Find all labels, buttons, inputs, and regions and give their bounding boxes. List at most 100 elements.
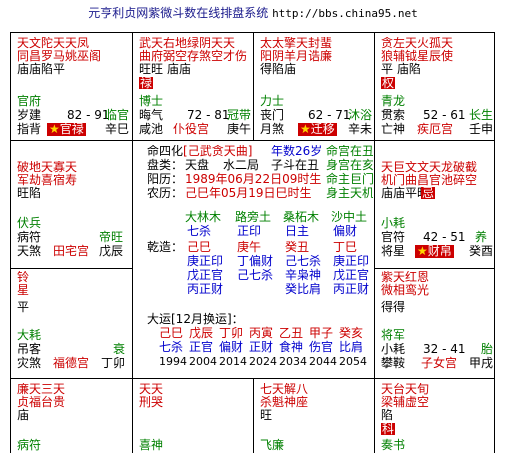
palace-stage: 临官 xyxy=(105,108,130,122)
ten-god: 正印 xyxy=(237,224,262,238)
dayun-pillar: 甲子 xyxy=(309,326,334,340)
hidden-stem: 丙正财 xyxy=(333,282,370,296)
hidden-stem: 己七杀 xyxy=(285,254,322,268)
dayun-god: 正财 xyxy=(249,340,274,354)
palace-brightness-row: 庙 xyxy=(17,408,30,422)
palace-caibo[interactable]: 天巨文文天龙破截 机门曲昌官池碎空 庙庙平旺 忌 小耗 官符 42 - 51 养… xyxy=(381,161,494,267)
palace-stem: 丁卯 xyxy=(101,356,126,370)
palace-bottom-4[interactable]: 天台天旬 梁辅虚空 陷 科 奏书 xyxy=(381,383,494,453)
palace-god: 官符 xyxy=(381,230,406,244)
sihua-tag: 权 xyxy=(381,76,396,90)
shen-gong: 身宫在亥 xyxy=(326,158,373,172)
ming-gong: 命宫在丑 xyxy=(326,145,373,158)
palace-brightness-row: 平 庙陷 xyxy=(381,62,421,76)
palace-god: 咸池 xyxy=(139,122,164,136)
dayun-year: 2014 xyxy=(219,355,247,368)
grid-line xyxy=(374,33,375,453)
grid-line xyxy=(11,140,495,141)
ten-god: 偏财 xyxy=(333,224,358,238)
palace-god: 飞廉 xyxy=(260,438,285,452)
palace-name: 田宅宫 xyxy=(53,244,90,258)
palace-brightness-row: 得得 xyxy=(381,300,406,314)
palace-brightness-row: 旺 xyxy=(260,408,273,422)
palace-puyi[interactable]: 武天右地绿阴天天 曲府弼空存煞空才伤 旺旺 庙庙 禄 博士 晦气 72 - 81… xyxy=(139,37,253,139)
site-url[interactable]: http://bbs.china95.net xyxy=(272,7,418,20)
nayin: 大林木 xyxy=(185,210,222,224)
hidden-stem: 戊正官 xyxy=(187,268,224,282)
palace-stage: 帝旺 xyxy=(99,230,124,244)
solar-label: 阳历： xyxy=(147,172,184,186)
dayun-year: 1994 xyxy=(159,355,187,368)
dayun-pillar: 癸亥 xyxy=(339,326,364,340)
hidden-stem: 己七杀 xyxy=(237,268,274,282)
palace-name-badge: ★官禄 xyxy=(47,122,86,136)
dayun-year: 2054 xyxy=(339,355,367,368)
dayun-pillar: 丁卯 xyxy=(219,326,244,340)
hidden-stem: 癸比肩 xyxy=(285,282,322,296)
hidden-stem: 庚正印 xyxy=(333,254,370,268)
lunar-date: 己巳年05月19日巳时生 xyxy=(185,186,312,200)
palace-name: 疾厄宫 xyxy=(417,122,454,136)
palace-god: 吊客 xyxy=(17,342,42,356)
palace-jie[interactable]: 贪左天火孤天 狼辅钺星辰使 平 庙陷 权 青龙 贯索 52 - 61 长生 亡神… xyxy=(381,37,494,139)
palace-age-range: 82 - 91 xyxy=(67,108,110,122)
palace-age-range: 52 - 61 xyxy=(423,108,466,122)
palace-god: 贯索 xyxy=(381,108,406,122)
palace-fude[interactable]: 铃 星 平 大耗 吊客 衰 灾煞 福德宫 丁卯 xyxy=(17,271,131,377)
bazi-pillar: 丁巳 xyxy=(333,240,358,254)
grid-line xyxy=(374,268,495,269)
palace-brightness-row: 庙庙陷平 xyxy=(17,62,66,76)
palace-brightness-row: 旺旺 庙庙 xyxy=(139,62,191,76)
center-info-panel: 命四化[己武贪天曲] 年数26岁 命宫在丑 盘类： 天盘 水二局 子斗在丑 身宫… xyxy=(137,145,373,377)
palace-age-range: 32 - 41 xyxy=(423,342,466,356)
palace-bottom-1[interactable]: 廉天三天 贞福台贵 庙 病符 xyxy=(17,383,131,453)
palace-stage: 长生 xyxy=(469,108,494,122)
palace-god: 将星 xyxy=(381,244,406,258)
chart-grid: 天文陀天天凤 同昌罗马姚巫阁 庙庙陷平 官府 岁建 82 - 91 临官 指背 … xyxy=(10,32,495,453)
bazi-label: 乾造： xyxy=(147,240,184,254)
nayin: 路旁土 xyxy=(235,210,272,224)
dayun-pillar: 乙丑 xyxy=(279,326,304,340)
palace-god: 晦气 xyxy=(139,108,164,122)
palace-stem: 辛未 xyxy=(348,122,373,136)
palace-name: 子女宫 xyxy=(421,356,458,370)
palace-brightness-row: 平 xyxy=(17,300,30,314)
ju-type: 水二局 xyxy=(223,158,260,172)
hidden-stem: 戊正官 xyxy=(333,268,370,282)
palace-stage: 养 xyxy=(475,230,488,244)
palace-stem: 甲戌 xyxy=(469,356,494,370)
grid-line xyxy=(11,268,132,269)
palace-god: 攀鞍 xyxy=(381,356,406,370)
palace-stars-row: 微相鸾光 xyxy=(381,283,430,297)
dayun-year: 2024 xyxy=(249,355,277,368)
palace-god: 青龙 xyxy=(381,94,406,108)
nayin: 沙中土 xyxy=(331,210,368,224)
pan-label: 盘类： xyxy=(147,158,184,172)
palace-bottom-3[interactable]: 七天解八 杀魁神座 旺 飞廉 xyxy=(260,383,374,453)
sihua-label: 命四化 xyxy=(147,145,184,158)
palace-god: 喜神 xyxy=(139,438,164,452)
palace-name-badge: ★财帛 xyxy=(415,244,454,258)
palace-brightness-row: 陷 xyxy=(381,408,394,422)
dayun-pillar: 丙寅 xyxy=(249,326,274,340)
palace-brightness-row: 得陷庙 xyxy=(260,62,297,76)
palace-stage: 沐浴 xyxy=(348,108,373,122)
palace-god: 将军 xyxy=(381,328,406,342)
palace-tianzhai[interactable]: 破地天寡天 军劫喜宿寿 旺陷 伏兵 病符 帝旺 天煞 田宅宫 戊辰 xyxy=(17,161,131,267)
palace-bottom-2[interactable]: 天天 刑哭 喜神 xyxy=(139,383,253,453)
hidden-stem: 丙正财 xyxy=(187,282,224,296)
sihua-tag: 禄 xyxy=(139,76,154,90)
hidden-stem: 丁偏财 xyxy=(237,254,274,268)
palace-zinv[interactable]: 紫天红恩 微相鸾光 得得 将军 小耗 32 - 41 胎 攀鞍 子女宫 甲戌 xyxy=(381,271,494,377)
dayun-god: 偏财 xyxy=(219,340,244,354)
sihua-value: [己武贪天曲] xyxy=(183,145,253,158)
sihua-tag: 科 xyxy=(381,422,396,436)
palace-name: 福德宫 xyxy=(53,356,90,370)
palace-god: 灾煞 xyxy=(17,356,42,370)
dayun-year: 2044 xyxy=(309,355,337,368)
hidden-stem: 辛枭神 xyxy=(285,268,322,282)
palace-guanlu[interactable]: 天文陀天天凤 同昌罗马姚巫阁 庙庙陷平 官府 岁建 82 - 91 临官 指背 … xyxy=(17,37,131,139)
palace-god: 大耗 xyxy=(17,328,42,342)
palace-god: 指背 xyxy=(17,122,42,136)
palace-qianyi[interactable]: 太太擎天封蜚 阳阴羊月诰廉 得陷庙 力士 丧门 62 - 71 沐浴 月煞 ★迁… xyxy=(260,37,374,139)
